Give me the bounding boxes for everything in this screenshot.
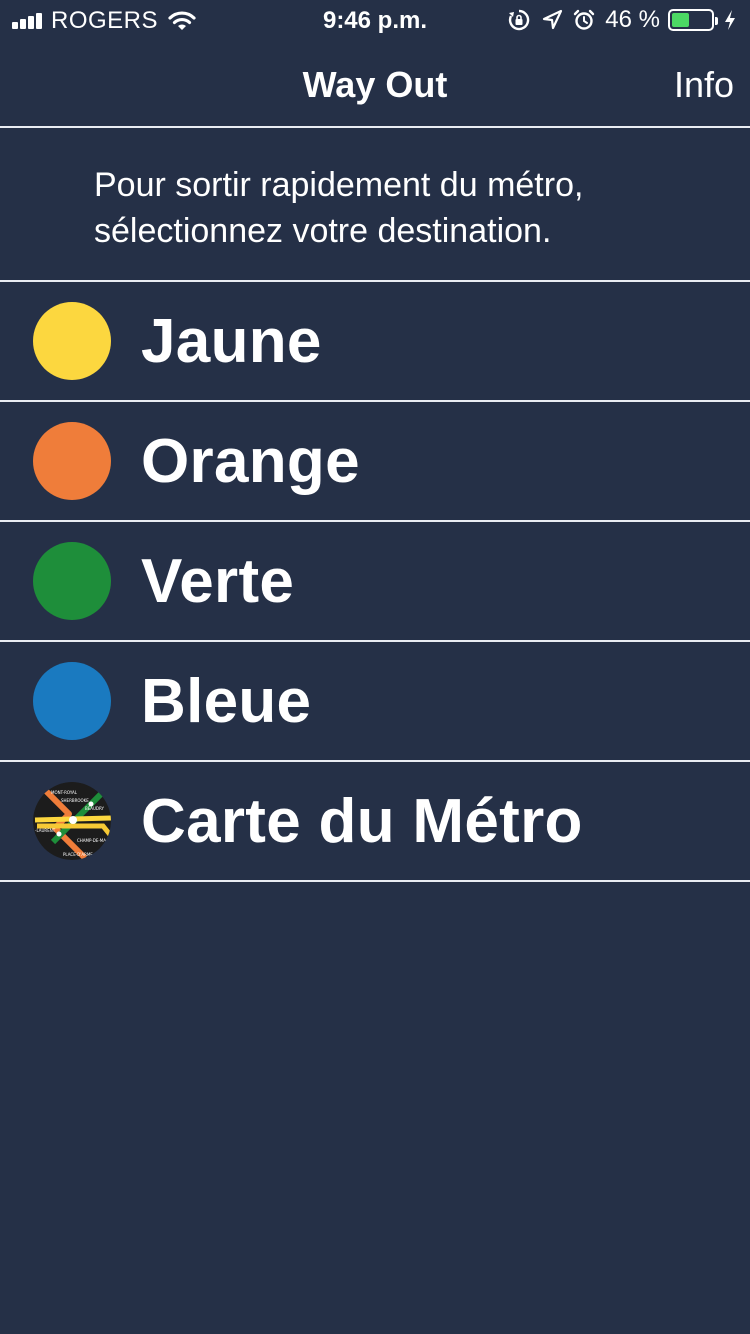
orientation-lock-icon [509, 9, 530, 31]
status-right: 46 % [497, 6, 736, 34]
svg-text:MONT-ROYAL: MONT-ROYAL [51, 790, 78, 795]
line-item-jaune[interactable]: Jaune [0, 282, 750, 402]
line-label: Orange [141, 426, 360, 496]
svg-text:-LAURENT: -LAURENT [35, 828, 56, 833]
battery-icon [668, 9, 718, 31]
location-icon [543, 9, 563, 30]
navigation-bar: Way Out Info [0, 40, 750, 128]
map-label: Carte du Métro [141, 786, 583, 856]
charging-icon [725, 10, 735, 30]
line-list: Jaune Orange Verte Bleue MONT-ROYAL SHER… [0, 282, 750, 882]
battery-percent: 46 % [605, 6, 660, 33]
intro-text: Pour sortir rapidement du métro, sélecti… [0, 130, 750, 282]
page-title: Way Out [302, 64, 448, 105]
metro-map-icon: MONT-ROYAL SHERBROOKE BEAUDRY -LAURENT C… [33, 782, 111, 860]
line-label: Verte [141, 546, 295, 616]
metro-map-item[interactable]: MONT-ROYAL SHERBROOKE BEAUDRY -LAURENT C… [0, 762, 750, 882]
line-item-verte[interactable]: Verte [0, 522, 750, 642]
line-label: Jaune [141, 306, 322, 376]
svg-text:PLACE-D'ARME: PLACE-D'ARME [63, 852, 93, 857]
yellow-line-dot-icon [33, 302, 111, 380]
svg-text:CHAMP-DE-MA: CHAMP-DE-MA [77, 838, 106, 843]
alarm-icon [574, 9, 595, 30]
blue-line-dot-icon [33, 662, 111, 740]
info-button[interactable]: Info [674, 64, 734, 106]
line-item-bleue[interactable]: Bleue [0, 642, 750, 762]
status-bar: ROGERS 9:46 p.m. 46 % [0, 0, 750, 40]
line-label: Bleue [141, 666, 312, 736]
orange-line-dot-icon [33, 422, 111, 500]
green-line-dot-icon [33, 542, 111, 620]
svg-text:BEAUDRY: BEAUDRY [85, 806, 105, 811]
line-item-orange[interactable]: Orange [0, 402, 750, 522]
battery-fill [672, 13, 690, 27]
svg-text:SHERBROOKE: SHERBROOKE [61, 798, 89, 803]
